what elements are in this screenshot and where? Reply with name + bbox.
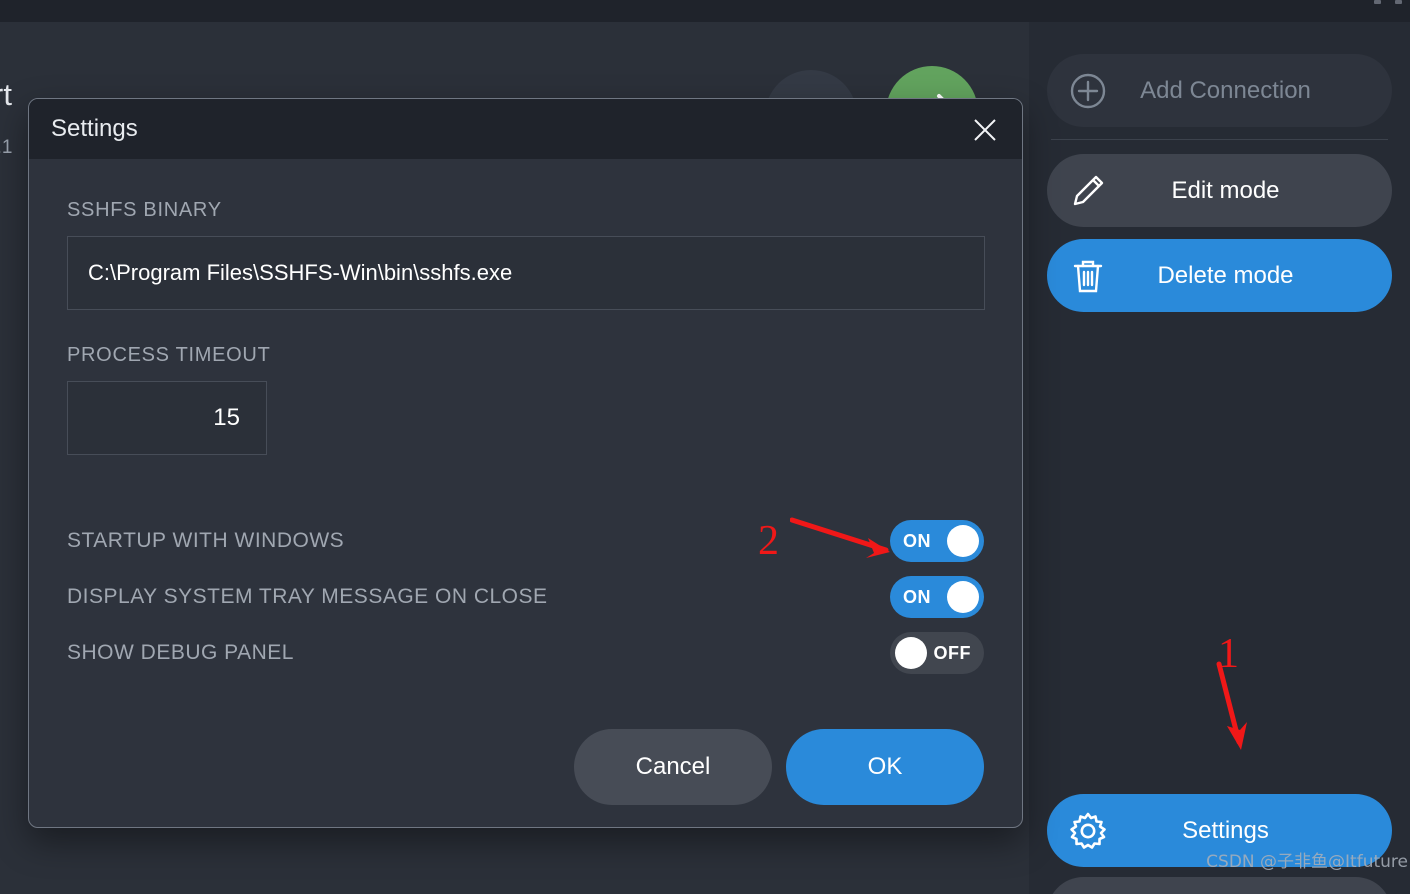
sidebar-item-edit-mode[interactable]: Edit mode: [1047, 154, 1392, 227]
toggle-state-text: ON: [903, 530, 931, 551]
dialog-body: SSHFS BINARY PROCESS TIMEOUT STARTUP WIT…: [29, 159, 1022, 805]
close-button[interactable]: [966, 111, 1004, 149]
setting-label: SHOW DEBUG PANEL: [67, 641, 294, 664]
sidebar-item-label: Delete mode: [1157, 261, 1294, 289]
watermark-text: CSDN @子非鱼@Itfuture: [1206, 852, 1408, 872]
dialog-titlebar: Settings: [29, 99, 1022, 159]
sidebar-item-label: Settings: [1182, 816, 1269, 844]
window-titlebar: [0, 0, 1410, 22]
maximize-button[interactable]: [1395, 0, 1402, 4]
toggle-state-text: OFF: [933, 642, 971, 663]
process-timeout-label: PROCESS TIMEOUT: [67, 344, 271, 366]
gear-icon: [1065, 811, 1111, 851]
page-title: port: [0, 77, 13, 112]
settings-dialog: Settings SSHFS BINARY PROCESS TIMEOUT ST…: [28, 98, 1023, 828]
sidebar-item-about[interactable]: About: [1047, 877, 1392, 894]
setting-row-tray-message-on-close: DISPLAY SYSTEM TRAY MESSAGE ON CLOSE ON: [67, 569, 984, 625]
page-subtitle: 1.1: [0, 137, 13, 158]
sshfs-binary-input[interactable]: [67, 236, 985, 310]
dialog-title: Settings: [51, 115, 138, 142]
right-sidebar: Add Connection Edit mode Delete mode Set…: [1029, 22, 1410, 894]
setting-label: STARTUP WITH WINDOWS: [67, 529, 345, 552]
setting-row-startup-with-windows: STARTUP WITH WINDOWS ON: [67, 513, 984, 569]
pencil-icon: [1065, 172, 1111, 210]
setting-label: DISPLAY SYSTEM TRAY MESSAGE ON CLOSE: [67, 585, 548, 608]
sidebar-divider: [1051, 139, 1388, 140]
startup-with-windows-toggle[interactable]: ON: [890, 520, 984, 562]
sidebar-item-label: Edit mode: [1171, 176, 1280, 204]
sidebar-item-add-connection[interactable]: Add Connection: [1047, 54, 1392, 127]
plus-circle-icon: [1065, 71, 1111, 111]
dialog-actions: Cancel OK: [67, 729, 984, 805]
tray-message-on-close-toggle[interactable]: ON: [890, 576, 984, 618]
ok-button[interactable]: OK: [786, 729, 984, 805]
toggle-knob: [947, 525, 979, 557]
cancel-button[interactable]: Cancel: [574, 729, 772, 805]
toggle-knob: [947, 581, 979, 613]
toggle-knob: [895, 637, 927, 669]
sidebar-bottom-group: Settings About: [1047, 794, 1392, 894]
trash-icon: [1065, 257, 1111, 295]
toggle-settings-list: STARTUP WITH WINDOWS ON DISPLAY SYSTEM T…: [67, 513, 984, 681]
show-debug-panel-toggle[interactable]: OFF: [890, 632, 984, 674]
window-controls[interactable]: [1374, 0, 1402, 12]
toggle-state-text: ON: [903, 586, 931, 607]
app-window: port 1.1: [0, 0, 1410, 894]
sidebar-item-delete-mode[interactable]: Delete mode: [1047, 239, 1392, 312]
process-timeout-input[interactable]: [67, 381, 267, 455]
sshfs-binary-label: SSHFS BINARY: [67, 199, 222, 221]
minimize-button[interactable]: [1374, 0, 1381, 4]
close-icon: [974, 119, 996, 141]
sidebar-item-label: Add Connection: [1140, 76, 1311, 104]
setting-row-show-debug-panel: SHOW DEBUG PANEL OFF: [67, 625, 984, 681]
